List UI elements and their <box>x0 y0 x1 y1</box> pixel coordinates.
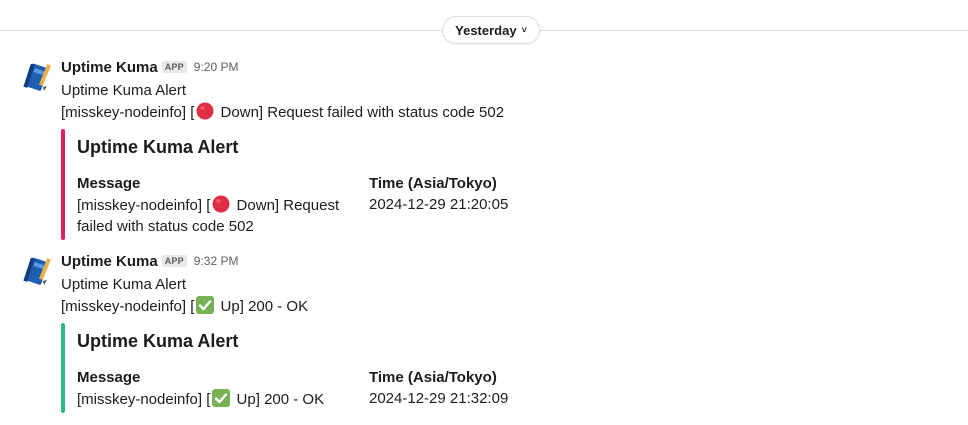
time-field-value: 2024-12-29 21:20:05 <box>369 196 509 213</box>
avatar[interactable] <box>19 60 55 96</box>
time-field-value: 2024-12-29 21:32:09 <box>369 390 509 407</box>
app-badge: APP <box>161 255 187 267</box>
date-jump-button[interactable]: Yesterday ˅ <box>442 16 540 44</box>
check-mark-icon <box>196 296 215 314</box>
check-mark-icon <box>212 389 231 407</box>
sender-name[interactable]: Uptime Kuma <box>61 253 158 270</box>
message-text: Uptime Kuma Alert <box>61 276 187 293</box>
avatar[interactable] <box>19 254 55 290</box>
status-suffix: Down] Request failed with status code 50… <box>216 104 505 121</box>
attachment-title: Uptime Kuma Alert <box>77 331 239 351</box>
message-timestamp[interactable]: 9:20 PM <box>194 60 239 74</box>
message-field-value: [misskey-nodeinfo] [ Up] 200 - OK <box>77 388 347 410</box>
date-divider: Yesterday ˅ <box>0 0 968 60</box>
date-label: Yesterday <box>455 22 517 38</box>
app-badge: APP <box>161 61 187 73</box>
sender-name[interactable]: Uptime Kuma <box>61 59 158 76</box>
attachment-title: Uptime Kuma Alert <box>77 137 239 157</box>
message-field-label: Message <box>77 175 141 192</box>
message-field-label: Message <box>77 369 141 386</box>
time-field: Time (Asia/Tokyo) 2024-12-29 21:32:09 <box>369 367 508 410</box>
message-text: Uptime Kuma Alert <box>61 82 187 99</box>
field-suffix: Up] 200 - OK <box>232 391 325 408</box>
status-prefix: [misskey-nodeinfo] [ <box>61 298 195 315</box>
message-status-line: [misskey-nodeinfo] [ Up] 200 - OK <box>61 295 948 317</box>
status-prefix: [misskey-nodeinfo] [ <box>61 104 195 121</box>
red-circle-icon <box>196 102 214 120</box>
field-prefix: [misskey-nodeinfo] [ <box>77 197 211 214</box>
chevron-down-icon: ˅ <box>521 25 527 35</box>
time-field-label: Time (Asia/Tokyo) <box>369 175 497 192</box>
alert-attachment: Uptime Kuma Alert Message [misskey-nodei… <box>61 323 948 413</box>
attachment-accent-bar <box>61 323 65 413</box>
message-timestamp[interactable]: 9:32 PM <box>194 254 239 268</box>
attachment-accent-bar <box>61 129 65 240</box>
message-field-value: [misskey-nodeinfo] [ Down] Request faile… <box>77 194 347 237</box>
message-field: Message [misskey-nodeinfo] [ Up] 200 - O… <box>77 367 369 410</box>
red-circle-icon <box>212 195 230 213</box>
status-suffix: Up] 200 - OK <box>216 298 309 315</box>
alert-attachment: Uptime Kuma Alert Message [misskey-nodei… <box>61 129 948 240</box>
message-field: Message [misskey-nodeinfo] [ Down] Reque… <box>77 173 369 237</box>
field-prefix: [misskey-nodeinfo] [ <box>77 391 211 408</box>
time-field: Time (Asia/Tokyo) 2024-12-29 21:20:05 <box>369 173 508 237</box>
message-status-line: [misskey-nodeinfo] [ Down] Request faile… <box>61 101 948 123</box>
time-field-label: Time (Asia/Tokyo) <box>369 369 497 386</box>
